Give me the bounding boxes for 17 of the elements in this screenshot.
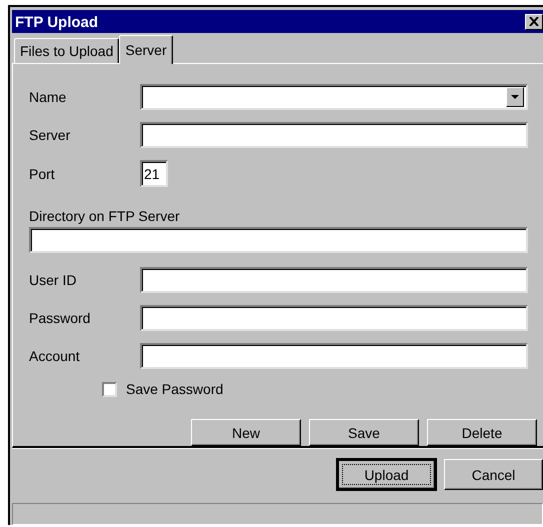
tab[interactable]: Files to Upload <box>14 38 120 63</box>
button[interactable]: Upload <box>337 459 436 490</box>
button[interactable]: Delete <box>427 419 537 446</box>
field-label: Port <box>29 166 56 182</box>
field-label: Name <box>29 89 68 105</box>
field-label: Account <box>29 348 81 364</box>
button[interactable]: Cancel <box>444 459 543 490</box>
tab[interactable]: Server <box>119 35 173 64</box>
field-label: Password <box>29 310 92 326</box>
field-label: Server <box>29 127 72 143</box>
input-field[interactable]: 21 <box>140 160 168 187</box>
button[interactable]: Save <box>309 419 419 446</box>
window-title: FTP Upload <box>15 12 98 30</box>
checkbox-label[interactable]: Save Password <box>126 381 224 397</box>
button[interactable]: New <box>191 419 301 446</box>
field-label: User ID <box>29 272 78 288</box>
field-label: Directory on FTP Server <box>29 208 181 224</box>
